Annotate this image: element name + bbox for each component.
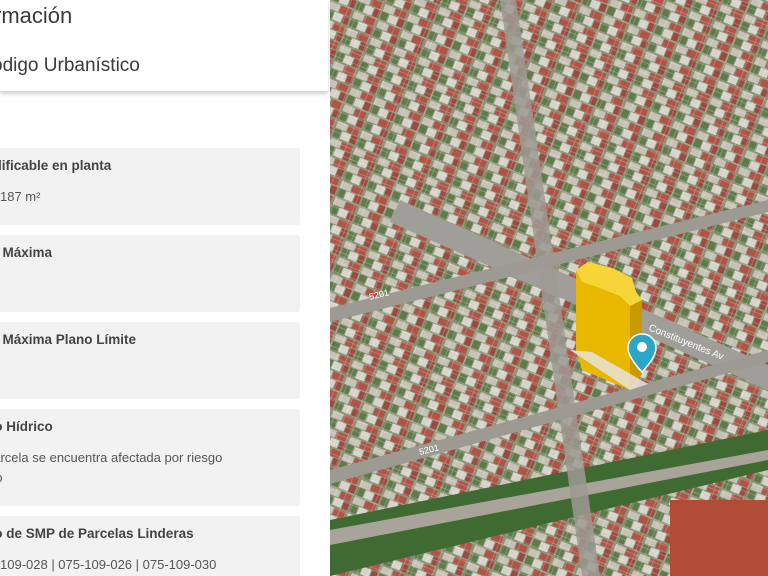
card-label: do de SMP de Parcelas Linderas: [0, 526, 194, 541]
building-roof: [670, 500, 768, 576]
card-value: 187 m²: [0, 189, 41, 204]
card-value-line-1: parcela se encuentra afectada por riesgo: [0, 450, 223, 465]
panel-header: rmación ódigo Urbanístico: [0, 0, 328, 92]
card-altura-plano-limite: ra Máxima Plano Límite: [0, 322, 300, 399]
info-panel: rmación ódigo Urbanístico edificable en …: [0, 0, 330, 576]
map-view[interactable]: 5201 5201 Constituyentes Av: [330, 0, 768, 576]
panel-title: rmación: [0, 3, 73, 28]
card-label: go Hídrico: [0, 419, 53, 434]
card-value: 109-028 | 075-109-026 | 075-109-030: [0, 557, 217, 572]
card-value-line-2: ico: [0, 468, 3, 488]
card-label: ra Máxima Plano Límite: [0, 332, 137, 347]
card-label: edificable en planta: [0, 158, 112, 173]
card-altura-maxima: ra Máxima 0: [0, 235, 300, 312]
aerial-map[interactable]: 5201 5201 Constituyentes Av: [330, 0, 768, 576]
card-label: ra Máxima: [0, 245, 53, 260]
card-riesgo-hidrico: go Hídrico parcela se encuentra afectada…: [0, 409, 300, 506]
panel-subtitle[interactable]: ódigo Urbanístico: [0, 55, 140, 77]
card-superficie-edificable: edificable en planta 187 m²: [0, 148, 300, 225]
card-parcelas-linderas: do de SMP de Parcelas Linderas 109-028 |…: [0, 516, 300, 576]
